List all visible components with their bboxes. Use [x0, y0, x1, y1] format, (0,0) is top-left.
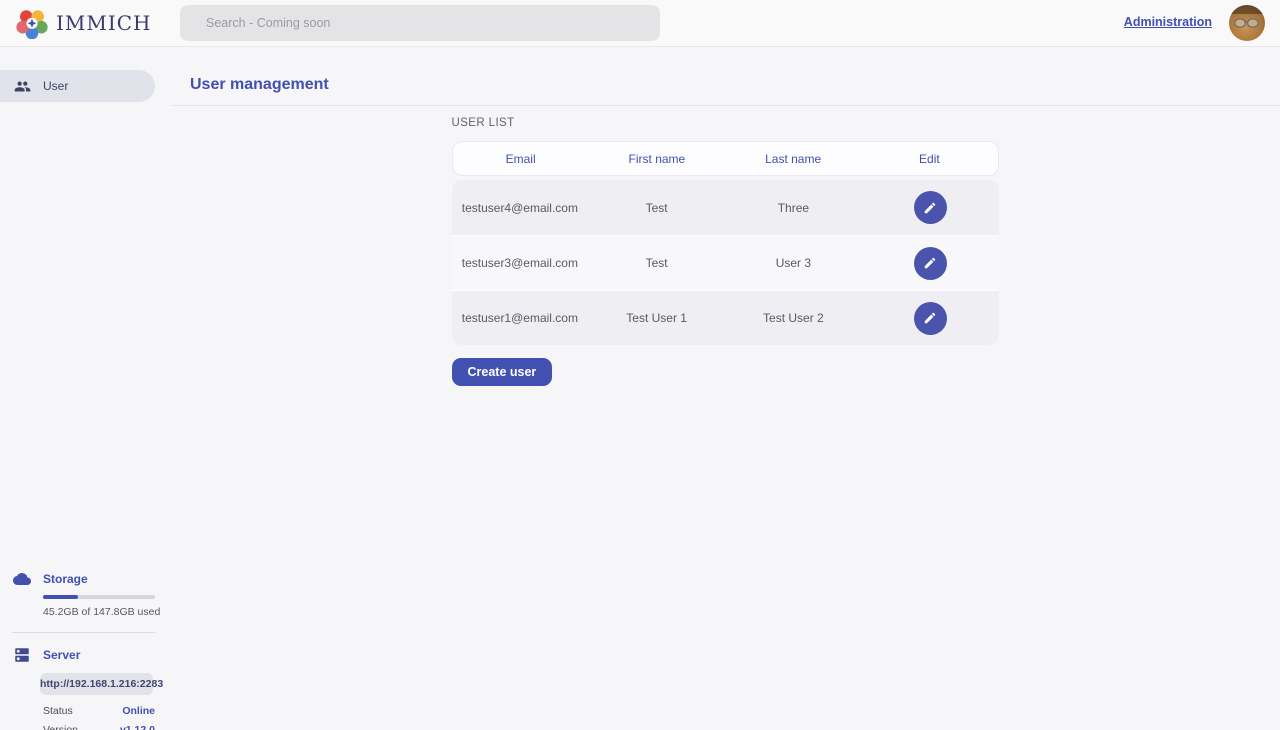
sidebar-item-user[interactable]: User: [0, 70, 155, 102]
server-section-header: Server: [0, 644, 170, 666]
page-title: User management: [190, 76, 329, 94]
user-first-name: Test User 1: [588, 311, 725, 325]
admin-sidebar: User Storage 45.2GB of 147.8GB used Serv…: [0, 47, 170, 730]
table-row: testuser4@email.com Test Three: [452, 180, 999, 235]
col-header-first-name: First name: [589, 152, 725, 166]
sidebar-status-panel: Storage 45.2GB of 147.8GB used Server ht…: [0, 568, 170, 730]
users-icon: [14, 78, 31, 95]
server-icon: [13, 646, 31, 664]
server-status-row: Status Online: [43, 705, 155, 717]
status-label: Status: [43, 705, 73, 717]
server-url-chip: http://192.168.1.216:2283: [40, 673, 153, 695]
table-row: testuser3@email.com Test User 3: [452, 235, 999, 290]
col-header-last-name: Last name: [725, 152, 861, 166]
logo-wordmark: IMMICH: [56, 11, 152, 35]
edit-user-button[interactable]: [914, 247, 947, 280]
version-value: v1.12.0: [120, 724, 155, 730]
storage-usage-text: 45.2GB of 147.8GB used: [43, 606, 170, 618]
edit-user-button[interactable]: [914, 191, 947, 224]
immich-logo: IMMICH: [16, 6, 152, 40]
glasses-graphic: [1233, 16, 1261, 29]
pencil-icon: [923, 256, 937, 270]
page-title-band: User management: [170, 47, 1280, 106]
search-bar: [180, 5, 660, 41]
user-first-name: Test: [588, 256, 725, 270]
status-value: Online: [122, 705, 155, 717]
administration-link[interactable]: Administration: [1124, 15, 1212, 29]
search-input[interactable]: [180, 5, 660, 41]
user-first-name: Test: [588, 201, 725, 215]
user-table-header: Email First name Last name Edit: [452, 141, 999, 176]
table-row: testuser1@email.com Test User 1 Test Use…: [452, 290, 999, 345]
col-header-email: Email: [453, 152, 589, 166]
app-header: IMMICH Administration: [0, 0, 1280, 47]
user-last-name: Test User 2: [725, 311, 862, 325]
server-version-row: Version v1.12.0: [43, 724, 155, 730]
user-email: testuser4@email.com: [452, 201, 589, 215]
sidebar-item-user-label: User: [43, 79, 68, 93]
storage-progress-fill: [43, 595, 78, 599]
pencil-icon: [923, 201, 937, 215]
user-last-name: User 3: [725, 256, 862, 270]
server-title: Server: [43, 648, 80, 662]
col-header-edit: Edit: [861, 152, 997, 166]
user-email: testuser1@email.com: [452, 311, 589, 325]
sidebar-divider: [12, 632, 155, 633]
user-table-body: testuser4@email.com Test Three testuser3…: [452, 180, 999, 345]
edit-user-button[interactable]: [914, 302, 947, 335]
storage-progress-bar: [43, 595, 155, 599]
main-content: USER LIST Email First name Last name Edi…: [170, 106, 1280, 386]
user-email: testuser3@email.com: [452, 256, 589, 270]
version-label: Version: [43, 724, 78, 730]
user-avatar[interactable]: [1229, 5, 1265, 41]
create-user-button[interactable]: Create user: [452, 358, 553, 386]
immich-flower-icon: [16, 7, 48, 39]
storage-title: Storage: [43, 572, 88, 586]
user-last-name: Three: [725, 201, 862, 215]
storage-section-header: Storage: [0, 568, 170, 590]
user-list-title: USER LIST: [452, 117, 999, 129]
cloud-icon: [13, 570, 31, 588]
pencil-icon: [923, 311, 937, 325]
